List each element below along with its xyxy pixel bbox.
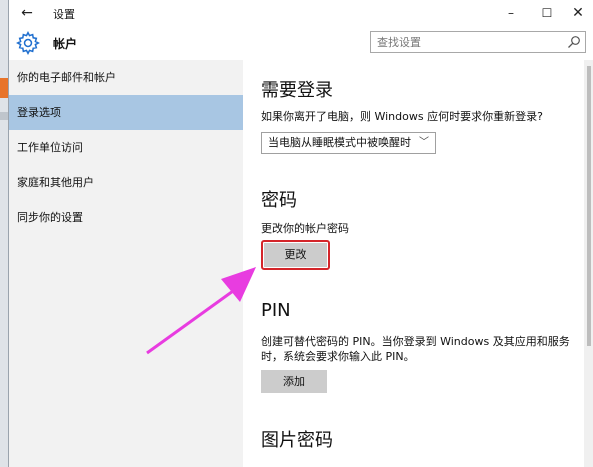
background-app-fragment (0, 78, 8, 98)
section-heading-require-signin: 需要登录 (261, 80, 333, 101)
search-icon[interactable] (567, 35, 581, 49)
chevron-down-icon: ﹀ (419, 137, 429, 148)
sidebar-item-work-access[interactable]: 工作单位访问 (9, 130, 243, 165)
background-app-fragment (0, 112, 8, 120)
title-bar: ← 设置 – ☐ ✕ (9, 0, 593, 26)
section-heading-pin: PIN (261, 300, 291, 321)
back-arrow-icon[interactable]: ← (15, 2, 39, 24)
background-window-edge (0, 0, 8, 467)
sidebar-item-family-users[interactable]: 家庭和其他用户 (9, 165, 243, 200)
content-pane: 需要登录 如果你离开了电脑，则 Windows 应何时要求你重新登录? 当电脑从… (243, 60, 584, 467)
sidebar: 你的电子邮件和帐户 登录选项 工作单位访问 家庭和其他用户 同步你的设置 (9, 60, 243, 467)
require-signin-dropdown[interactable]: 当电脑从睡眠模式中被唤醒时 ﹀ (261, 132, 436, 154)
sidebar-item-signin-options[interactable]: 登录选项 (9, 95, 243, 130)
password-description: 更改你的帐户密码 (261, 222, 349, 235)
scrollbar-thumb[interactable] (587, 66, 591, 346)
close-button[interactable]: ✕ (560, 0, 593, 26)
section-heading-password: 密码 (261, 190, 297, 211)
require-signin-description: 如果你离开了电脑，则 Windows 应何时要求你重新登录? (261, 110, 543, 123)
pin-description-line1: 创建可替代密码的 PIN。当你登录到 Windows 及其应用和服务 (261, 335, 570, 348)
scrollbar[interactable] (584, 60, 593, 467)
settings-window: ← 设置 – ☐ ✕ 帐户 你的电子邮件和帐户 登录选项 工作单位访问 家庭和其… (8, 0, 593, 467)
minimize-button[interactable]: – (493, 0, 529, 26)
section-heading-picture-password: 图片密码 (261, 430, 333, 451)
window-title: 设置 (53, 8, 75, 21)
sidebar-item-email-accounts[interactable]: 你的电子邮件和帐户 (9, 60, 243, 95)
gear-icon (16, 31, 40, 55)
add-pin-button[interactable]: 添加 (261, 370, 327, 393)
sidebar-item-sync-settings[interactable]: 同步你的设置 (9, 200, 243, 235)
dropdown-selected-value: 当电脑从睡眠模式中被唤醒时 (268, 136, 411, 149)
pin-description-line2: 时，系统会要求你输入此 PIN。 (261, 350, 415, 363)
highlight-annotation-box (261, 240, 330, 270)
search-input[interactable] (377, 35, 557, 50)
page-header: 帐户 (9, 26, 593, 60)
search-box[interactable] (370, 31, 586, 53)
page-title: 帐户 (53, 37, 78, 51)
